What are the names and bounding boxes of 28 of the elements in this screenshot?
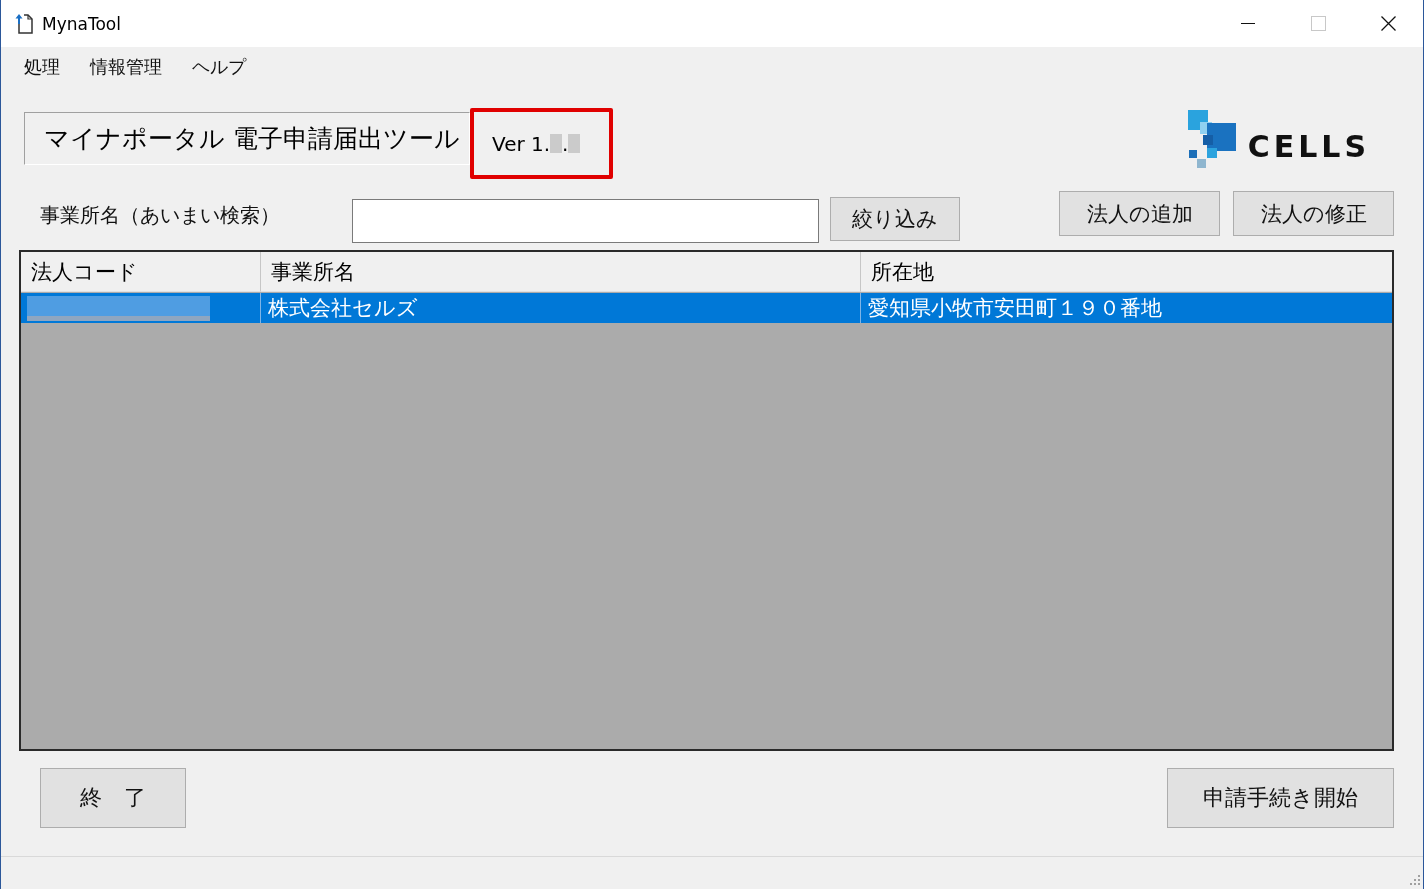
menu-item[interactable]: 情報管理 [75, 54, 177, 79]
version-text: . [562, 131, 569, 156]
table-row[interactable]: 株式会社セルズ 愛知県小牧市安田町１９０番地 [21, 293, 1392, 323]
action-button[interactable]: 法人の修正 [1233, 191, 1394, 236]
search-field[interactable] [352, 198, 819, 243]
footer-button[interactable]: 申請手続き開始 [1167, 768, 1394, 828]
blurred-block [550, 134, 563, 153]
app-title-label: マイナポータル 電子申請届出ツール [24, 112, 470, 165]
action-button[interactable]: 法人の追加 [1059, 191, 1220, 236]
column-header[interactable]: 所在地 [861, 252, 1392, 292]
resize-grip-icon [1410, 875, 1420, 885]
document-upload-icon [15, 13, 33, 34]
blurred-block [568, 134, 581, 153]
column-header[interactable]: 事業所名 [261, 252, 861, 292]
window-title: MynaTool [42, 13, 121, 34]
version-text: Ver 1. [492, 131, 551, 156]
table-cell-text: 愛知県小牧市安田町１９０番地 [867, 295, 1163, 322]
close-icon [1380, 16, 1396, 31]
logo-text: CELLS [1247, 132, 1370, 162]
minimize-icon [1241, 23, 1255, 24]
filter-button[interactable]: 絞り込み [830, 197, 960, 241]
menu-item[interactable]: ヘルプ [177, 54, 261, 79]
column-header[interactable]: 法人コード [21, 252, 261, 292]
menu-item[interactable]: 処理 [9, 54, 75, 79]
footer-button[interactable]: 終 了 [40, 768, 186, 828]
logo-icon [1186, 110, 1237, 168]
search-label: 事業所名（あいまい検索） [40, 202, 281, 229]
table-cell: 株式会社セルズ [261, 293, 861, 323]
